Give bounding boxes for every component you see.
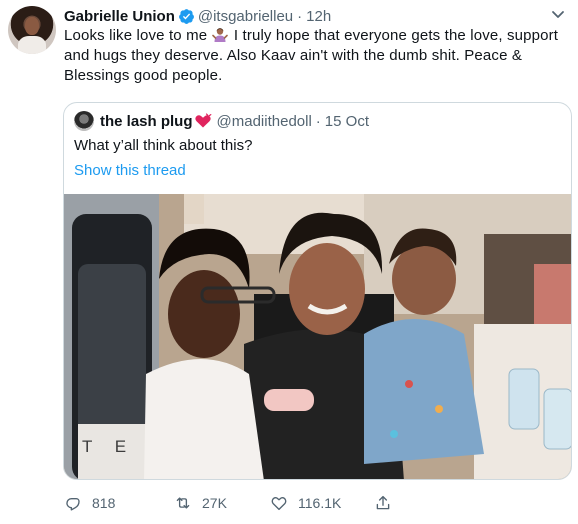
like-heart-icon [271,497,287,511]
retweet-count: 27K [202,495,227,511]
quoted-author-avatar[interactable] [74,111,94,131]
tweet-text: Looks like love to me I truly hope that … [64,26,569,86]
person-shrugging-emoji-icon [211,28,228,42]
header-separator: · [297,7,303,25]
tweet-card[interactable]: Gabrielle Union @itsgabrielleu · 12h Loo… [0,0,578,524]
heart-icon [194,113,211,128]
quoted-tweet-photo[interactable]: T E [64,194,571,479]
share-button[interactable] [374,492,402,514]
quoted-header-separator: · [315,112,321,130]
show-thread-link[interactable]: Show this thread [74,162,186,179]
svg-text:T E: T E [82,437,135,456]
tweet-actions: 818 27K 116.1K [64,492,564,514]
tweet-header: Gabrielle Union @itsgabrielleu · 12h [64,5,331,27]
reply-count: 818 [92,495,116,511]
share-icon [376,495,390,510]
photo-illustration: T E [64,194,571,479]
author-name[interactable]: Gabrielle Union [64,8,175,25]
tweet-time[interactable]: 12h [306,8,331,25]
reply-button[interactable]: 818 [64,492,115,514]
quoted-tweet-header: the lash plug @madiithedoll · 15 Oct [74,111,369,131]
avatar-body [18,36,46,54]
quoted-author-handle[interactable]: @madiithedoll [217,113,312,130]
like-button[interactable]: 116.1K [270,492,341,514]
quoted-tweet[interactable]: the lash plug @madiithedoll · 15 Oct Wha… [63,102,572,480]
verified-badge-icon [178,8,194,24]
quoted-tweet-date[interactable]: 15 Oct [325,113,369,130]
retweet-icon [176,497,190,509]
reply-icon [66,497,80,511]
quoted-author-name[interactable]: the lash plug [100,113,193,130]
quoted-tweet-text: What y’all think about this? [74,137,253,154]
avatar-face [25,17,39,35]
tweet-text-part1: Looks like love to me [64,27,212,44]
retweet-button[interactable]: 27K [174,492,227,514]
like-count: 116.1K [298,495,342,511]
author-handle[interactable]: @itsgabrielleu [198,8,293,25]
chevron-down-icon[interactable] [548,8,568,22]
author-avatar[interactable] [8,6,56,54]
